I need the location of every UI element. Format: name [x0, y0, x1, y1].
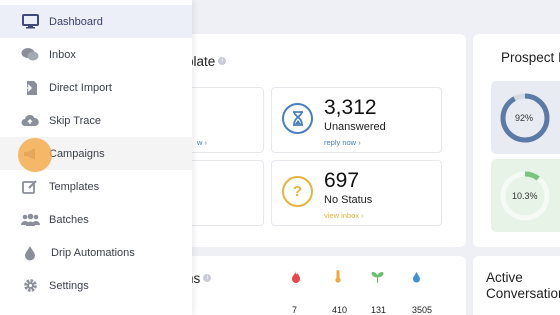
ring-value: 92% — [515, 113, 534, 123]
active-conversations-title: Active Conversation — [486, 270, 560, 301]
stat-label: No Status — [324, 194, 373, 206]
sidebar-item-direct-import[interactable]: Direct Import — [0, 71, 192, 104]
template-stats-card: plate i w › 3,312 Unanswered reply now › … — [148, 34, 466, 247]
file-import-icon — [20, 79, 40, 97]
prospect-ring-1: 92% — [491, 81, 560, 154]
sidebar-item-label: Templates — [49, 180, 100, 193]
prospect-card: Prospect I 92% 10.3% — [473, 34, 560, 247]
edit-icon — [20, 178, 40, 196]
sidebar-item-templates[interactable]: Templates — [0, 170, 192, 203]
sidebar-item-label: Dashboard — [49, 15, 103, 28]
hot-count: 7 — [292, 305, 298, 315]
stat-card-no-status: ? 697 No Status view inbox › — [271, 160, 442, 226]
view-inbox-link[interactable]: view inbox › — [324, 211, 364, 220]
sidebar-item-label: Settings — [49, 279, 89, 292]
nurture-count: 131 — [371, 305, 387, 315]
hourglass-icon — [282, 103, 313, 134]
ring-value: 10.3% — [512, 191, 538, 201]
gear-icon — [20, 277, 40, 295]
active-conversations-card: Active Conversation — [473, 256, 560, 315]
prospect-title: Prospect I — [501, 50, 560, 65]
stat-value: 697 — [324, 169, 360, 192]
reply-now-link[interactable]: reply now › — [324, 138, 361, 147]
sidebar-item-skip-trace[interactable]: Skip Trace — [0, 104, 192, 137]
sprout-icon — [371, 270, 384, 288]
cursor-highlight — [18, 138, 52, 172]
stat-link[interactable]: w › — [197, 138, 207, 147]
drop-icon — [20, 244, 40, 262]
info-icon[interactable]: i — [218, 57, 227, 65]
sidebar-item-label: Skip Trace — [49, 114, 101, 127]
stat-card-unanswered: 3,312 Unanswered reply now › — [271, 87, 442, 153]
sidebar-item-label: Campaigns — [49, 147, 105, 160]
sidebar-item-drip-automations[interactable]: Drip Automations — [0, 236, 192, 269]
sidebar-item-label: Drip Automations — [51, 246, 135, 259]
drip-count: 3505 — [412, 305, 433, 315]
sidebar-item-dashboard[interactable]: Dashboard — [0, 5, 192, 38]
sidebar-item-inbox[interactable]: Inbox — [0, 38, 192, 71]
question-icon: ? — [282, 176, 313, 207]
fire-icon — [291, 270, 301, 288]
monitor-icon — [20, 13, 40, 31]
section-title: plate i — [186, 54, 227, 69]
sidebar-item-label: Batches — [49, 213, 89, 226]
sidebar-item-batches[interactable]: Batches — [0, 203, 192, 236]
sidebar-item-label: Direct Import — [49, 81, 112, 94]
warm-count: 410 — [332, 305, 348, 315]
sidebar-item-label: Inbox — [49, 48, 76, 61]
lead-temperature-card: ns i 7 410 131 3505 — [150, 256, 466, 315]
users-icon — [20, 211, 40, 229]
info-icon[interactable]: i — [203, 274, 212, 282]
thermometer-icon — [334, 269, 342, 288]
stat-label: Unanswered — [324, 121, 386, 133]
chat-icon — [20, 46, 40, 64]
sidebar-item-settings[interactable]: Settings — [0, 269, 192, 302]
cloud-upload-icon — [20, 112, 40, 130]
stat-value: 3,312 — [324, 96, 377, 119]
prospect-ring-2: 10.3% — [491, 159, 560, 232]
water-drop-icon — [412, 270, 421, 288]
